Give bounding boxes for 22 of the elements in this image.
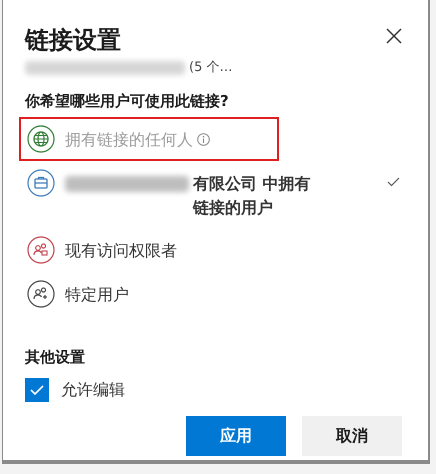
option-label: 有限公司 中拥有链接的用户 [193,172,312,218]
checkbox[interactable] [25,378,49,402]
dialog-title: 链接设置 [25,25,121,56]
option-label: 拥有链接的任何人 [65,128,193,150]
option-label: 特定用户 [65,284,129,306]
option-item[interactable]: 现有访问权限者 [25,230,408,270]
section-heading: 其他设置 [25,346,86,368]
option-item[interactable]: 特定用户 [25,274,408,314]
cancel-button[interactable]: 取消 [302,416,402,456]
check-icon [30,385,44,395]
apply-button[interactable]: 应用 [186,416,286,456]
option-item[interactable]: 有限公司 中拥有链接的用户 [25,162,408,226]
file-count-text: (5 个… [189,59,232,78]
checkbox-label: 允许编辑 [61,379,125,401]
check-icon [387,176,400,186]
people-add-icon [27,280,55,308]
option-label: 现有访问权限者 [65,240,177,262]
people-lock-icon [27,236,55,264]
briefcase-icon [27,168,55,196]
globe-icon [27,124,55,152]
question-heading: 你希望哪些用户可使用此链接? [25,91,230,112]
close-icon[interactable] [386,28,402,44]
